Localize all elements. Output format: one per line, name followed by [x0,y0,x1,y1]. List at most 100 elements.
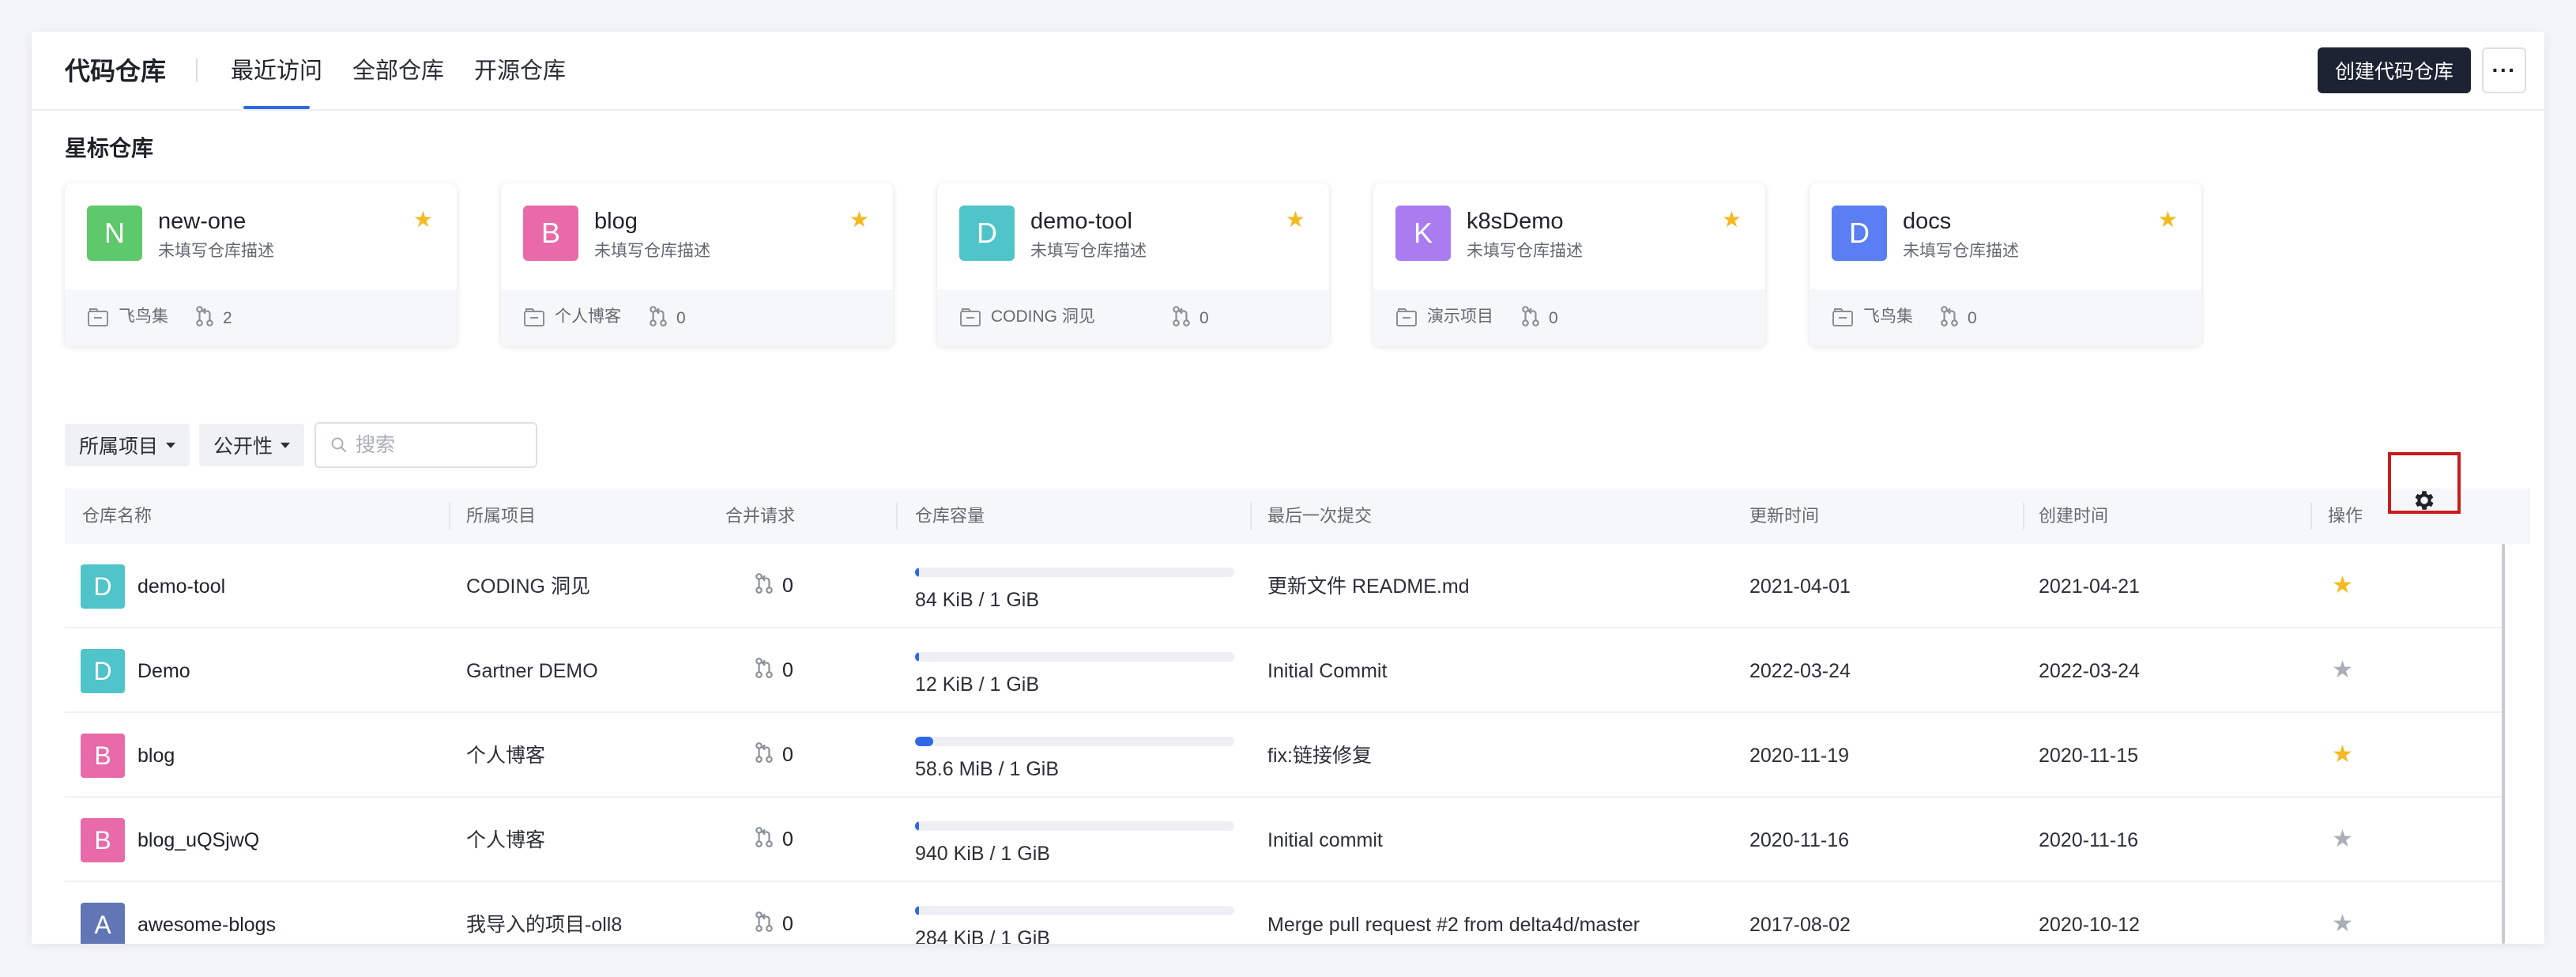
star-icon[interactable]: ★ [2332,572,2353,599]
capacity-progress-fill [915,652,919,662]
starred-repo-card[interactable]: Ddemo-tool 未填写仓库描述 ★ CODING 洞见 0 [937,183,1329,346]
card-footer: 演示项目 0 [1373,289,1765,346]
capacity-progress-bar [915,906,1234,915]
merge-request-icon [754,657,774,685]
table-scrollbar[interactable] [2502,544,2505,944]
repo-name-link[interactable]: blog [137,743,175,768]
card-footer: 飞鸟集 0 [1810,289,2201,346]
card-merge-requests: 0 [1520,305,1558,332]
col-header-last-commit: 最后一次提交 [1267,506,1373,526]
starred-repo-card[interactable]: Kk8sDemo 未填写仓库描述 ★ 演示项目 0 [1373,183,1765,346]
star-icon[interactable]: ★ [2332,657,2353,684]
repo-avatar: B [81,734,125,778]
starred-repo-card[interactable]: Nnew-one 未填写仓库描述 ★ 飞鸟集 2 [65,183,457,346]
created-date: 2020-11-15 [2039,745,2139,767]
repo-description: 未填写仓库描述 [1467,242,1583,260]
star-icon[interactable]: ★ [2158,207,2178,232]
repo-name[interactable]: docs [1903,207,1951,236]
repo-avatar: N [87,206,142,261]
visibility-filter-dropdown[interactable]: 公开性 [199,424,305,466]
capacity-progress-fill [915,737,934,746]
star-icon[interactable]: ★ [849,207,869,232]
updated-date: 2020-11-16 [1749,829,1850,851]
repo-description: 未填写仓库描述 [1030,242,1147,260]
project-folder-icon [523,307,545,327]
capacity-progress-bar [915,652,1234,662]
capacity-progress-bar [915,821,1234,831]
repo-avatar: D [81,564,125,609]
card-footer: 个人博客 0 [501,289,893,346]
capacity-text: 284 KiB / 1 GiB [915,927,1050,944]
table-row[interactable]: Bblog_uQSjwQ 个人博客 0 940 KiB / 1 GiB Initial … [65,798,2505,882]
table-row[interactable]: D Demo Gartner DEMO 0 12 KiB / 1 GiB Initial … [65,628,2505,713]
col-header-project: 所属项目 [466,506,537,526]
merge-request-icon [1939,305,1960,332]
card-footer: 飞鸟集 2 [65,289,457,346]
page-title: 代码仓库 [65,57,167,85]
merge-request-cell: 0 [754,911,793,938]
tab-recent[interactable]: 最近访问 [231,55,322,87]
column-settings-button[interactable] [2408,484,2441,517]
last-commit-message: Merge pull request #2 from delta4d/maste… [1267,914,1640,936]
repo-avatar: A [81,903,125,944]
capacity-text: 58.6 MiB / 1 GiB [915,758,1060,780]
star-icon[interactable]: ★ [2332,911,2353,937]
starred-repo-card[interactable]: Bblog 未填写仓库描述 ★ 个人博客 0 [501,183,893,346]
merge-request-count: 0 [676,309,686,327]
search-icon [331,437,346,452]
table-row[interactable]: Bblog 个人博客 0 58.6 MiB / 1 GiB fix:链接修复 2020-1… [65,713,2505,798]
merge-request-count: 0 [1549,309,1558,327]
repo-name-link[interactable]: Demo [137,658,190,684]
repo-description: 未填写仓库描述 [594,242,710,260]
star-icon[interactable]: ★ [413,207,433,232]
tab-open-source[interactable]: 开源仓库 [474,55,566,87]
col-header-capacity: 仓库容量 [915,506,985,526]
project-folder-icon [87,307,109,327]
merge-request-icon [648,305,668,332]
merge-request-count: 0 [782,744,793,766]
repo-name[interactable]: new-one [158,207,246,236]
repo-name-link[interactable]: awesome-blogs [137,912,276,937]
table-row[interactable]: Aawesome-blogs 我导入的项目-oll8 0 284 KiB / 1 Gi… [65,882,2505,944]
last-commit-message: fix:链接修复 [1267,745,1372,767]
merge-request-count: 0 [782,659,793,681]
repo-name[interactable]: demo-tool [1030,207,1132,236]
capacity-progress-bar [915,568,1234,577]
project-folder-icon [959,307,981,327]
create-repo-button[interactable]: 创建代码仓库 [2318,47,2471,93]
star-icon[interactable]: ★ [1722,207,1742,232]
star-icon[interactable]: ★ [1286,207,1305,232]
column-divider [2310,503,2312,530]
gear-icon [2415,491,2434,510]
star-icon[interactable]: ★ [2332,826,2353,853]
more-icon: ··· [2491,58,2517,82]
repo-name[interactable]: blog [594,207,638,236]
search-input[interactable] [356,433,529,457]
project-filter-dropdown[interactable]: 所属项目 [65,424,190,466]
repo-name-link[interactable]: demo-tool [137,574,225,599]
star-icon[interactable]: ★ [2332,741,2353,768]
card-footer: CODING 洞见 0 [937,289,1329,346]
header-divider [196,58,198,82]
capacity-text: 940 KiB / 1 GiB [915,843,1050,865]
last-commit-message: Initial commit [1267,829,1383,851]
column-divider [1250,503,1252,530]
table-row[interactable]: Ddemo-tool CODING 洞见 0 84 KiB / 1 GiB 更新文件 R… [65,544,2505,628]
capacity-progress-bar [915,737,1234,746]
project-filter-label: 所属项目 [79,436,159,458]
starred-repo-card[interactable]: Ddocs 未填写仓库描述 ★ 飞鸟集 0 [1810,183,2201,346]
merge-request-count: 0 [782,828,793,851]
updated-date: 2021-04-01 [1749,575,1851,598]
repo-name-link[interactable]: blog_uQSjwQ [137,828,259,853]
repo-project: 个人博客 [466,829,546,851]
more-options-button[interactable]: ··· [2482,47,2526,93]
tab-all-repos[interactable]: 全部仓库 [352,55,444,87]
capacity-progress-fill [915,821,919,831]
search-box[interactable] [314,422,537,468]
column-divider [896,503,898,530]
repo-name[interactable]: k8sDemo [1467,207,1564,236]
created-date: 2021-04-21 [2039,575,2140,598]
column-divider [2023,503,2024,530]
merge-request-cell: 0 [754,572,793,600]
merge-request-icon [194,305,215,332]
